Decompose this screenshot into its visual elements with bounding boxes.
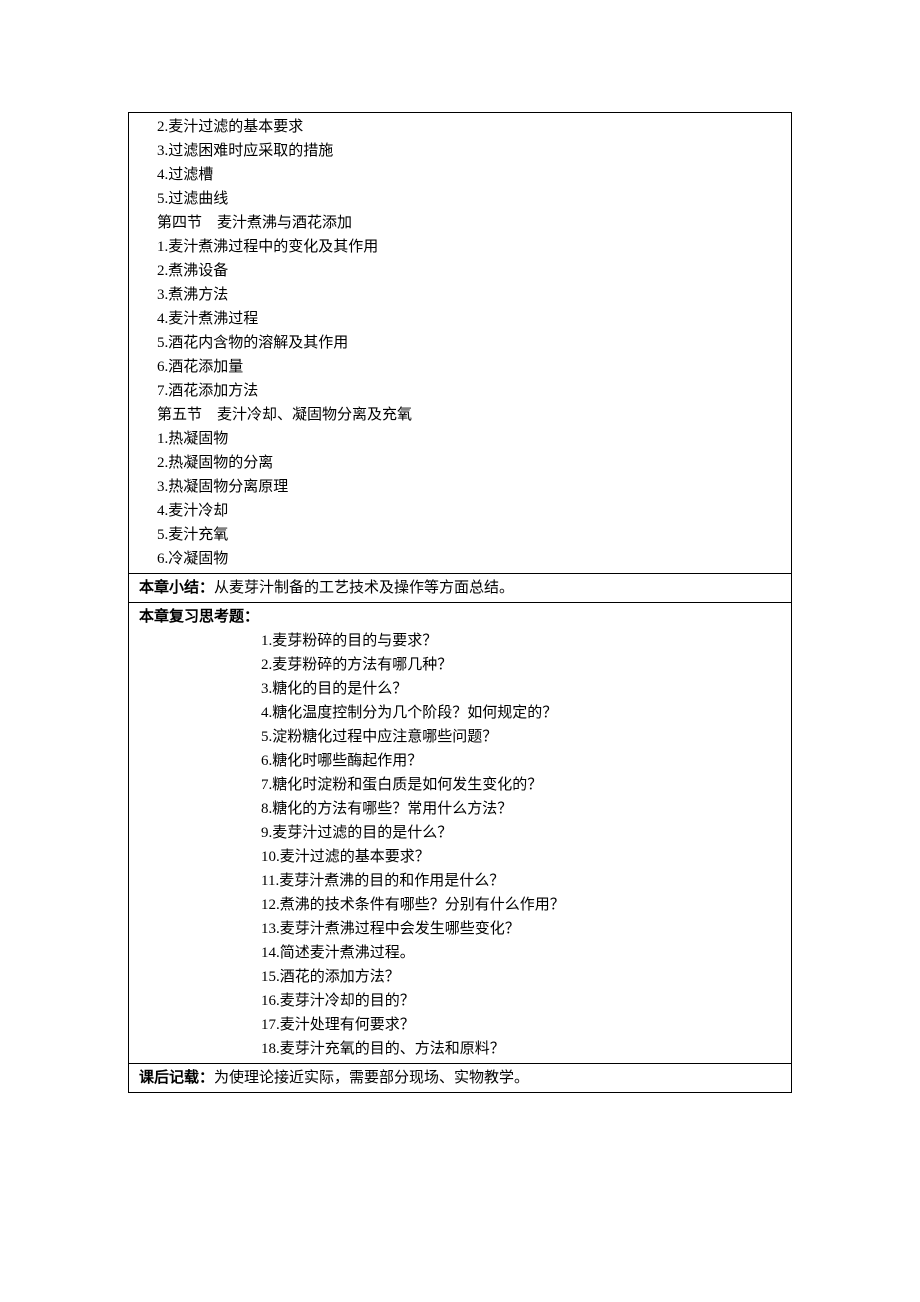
content-line: 7.酒花添加方法 [139, 379, 781, 403]
review-section: 本章复习思考题： 1.麦芽粉碎的目的与要求？ 2.麦芽粉碎的方法有哪几种？ 3.… [129, 602, 791, 1063]
review-item: 2.麦芽粉碎的方法有哪几种？ [139, 653, 781, 677]
review-item: 10.麦汁过滤的基本要求？ [139, 845, 781, 869]
content-line: 4.过滤槽 [139, 163, 781, 187]
summary-text: 从麦芽汁制备的工艺技术及操作等方面总结。 [214, 580, 514, 596]
review-item: 18.麦芽汁充氧的目的、方法和原料？ [139, 1037, 781, 1061]
content-line: 2.热凝固物的分离 [139, 451, 781, 475]
review-item: 3.糖化的目的是什么？ [139, 677, 781, 701]
content-line: 1.热凝固物 [139, 427, 781, 451]
postscript-section: 课后记载：为使理论接近实际，需要部分现场、实物教学。 [129, 1063, 791, 1092]
review-item: 13.麦芽汁煮沸过程中会发生哪些变化？ [139, 917, 781, 941]
review-item: 6.糖化时哪些酶起作用？ [139, 749, 781, 773]
content-box: 2.麦汁过滤的基本要求 3.过滤困难时应采取的措施 4.过滤槽 5.过滤曲线 第… [128, 112, 792, 1093]
review-item: 14.简述麦汁煮沸过程。 [139, 941, 781, 965]
content-line: 5.酒花内含物的溶解及其作用 [139, 331, 781, 355]
content-line: 1.麦汁煮沸过程中的变化及其作用 [139, 235, 781, 259]
content-line: 3.热凝固物分离原理 [139, 475, 781, 499]
content-section: 2.麦汁过滤的基本要求 3.过滤困难时应采取的措施 4.过滤槽 5.过滤曲线 第… [129, 113, 791, 573]
review-item: 15.酒花的添加方法？ [139, 965, 781, 989]
summary-section: 本章小结：从麦芽汁制备的工艺技术及操作等方面总结。 [129, 573, 791, 602]
postscript-label: 课后记载： [139, 1070, 214, 1086]
review-item: 7.糖化时淀粉和蛋白质是如何发生变化的？ [139, 773, 781, 797]
summary-label: 本章小结： [139, 580, 214, 596]
content-line: 4.麦汁煮沸过程 [139, 307, 781, 331]
content-line: 2.麦汁过滤的基本要求 [139, 115, 781, 139]
review-label: 本章复习思考题： [139, 605, 781, 629]
content-line: 6.冷凝固物 [139, 547, 781, 571]
content-line: 第五节 麦汁冷却、凝固物分离及充氧 [139, 403, 781, 427]
content-line: 5.麦汁充氧 [139, 523, 781, 547]
review-item: 17.麦汁处理有何要求？ [139, 1013, 781, 1037]
review-item: 16.麦芽汁冷却的目的？ [139, 989, 781, 1013]
content-line: 3.煮沸方法 [139, 283, 781, 307]
review-item: 4.糖化温度控制分为几个阶段？如何规定的？ [139, 701, 781, 725]
content-line: 3.过滤困难时应采取的措施 [139, 139, 781, 163]
content-line: 6.酒花添加量 [139, 355, 781, 379]
review-item: 11.麦芽汁煮沸的目的和作用是什么？ [139, 869, 781, 893]
review-item: 9.麦芽汁过滤的目的是什么？ [139, 821, 781, 845]
content-line: 5.过滤曲线 [139, 187, 781, 211]
page: 2.麦汁过滤的基本要求 3.过滤困难时应采取的措施 4.过滤槽 5.过滤曲线 第… [0, 0, 920, 1133]
review-item: 1.麦芽粉碎的目的与要求？ [139, 629, 781, 653]
content-line: 2.煮沸设备 [139, 259, 781, 283]
review-item: 12.煮沸的技术条件有哪些？分别有什么作用？ [139, 893, 781, 917]
postscript-text: 为使理论接近实际，需要部分现场、实物教学。 [214, 1070, 529, 1086]
review-item: 5.淀粉糖化过程中应注意哪些问题？ [139, 725, 781, 749]
review-item: 8.糖化的方法有哪些？常用什么方法？ [139, 797, 781, 821]
content-line: 4.麦汁冷却 [139, 499, 781, 523]
content-line: 第四节 麦汁煮沸与酒花添加 [139, 211, 781, 235]
